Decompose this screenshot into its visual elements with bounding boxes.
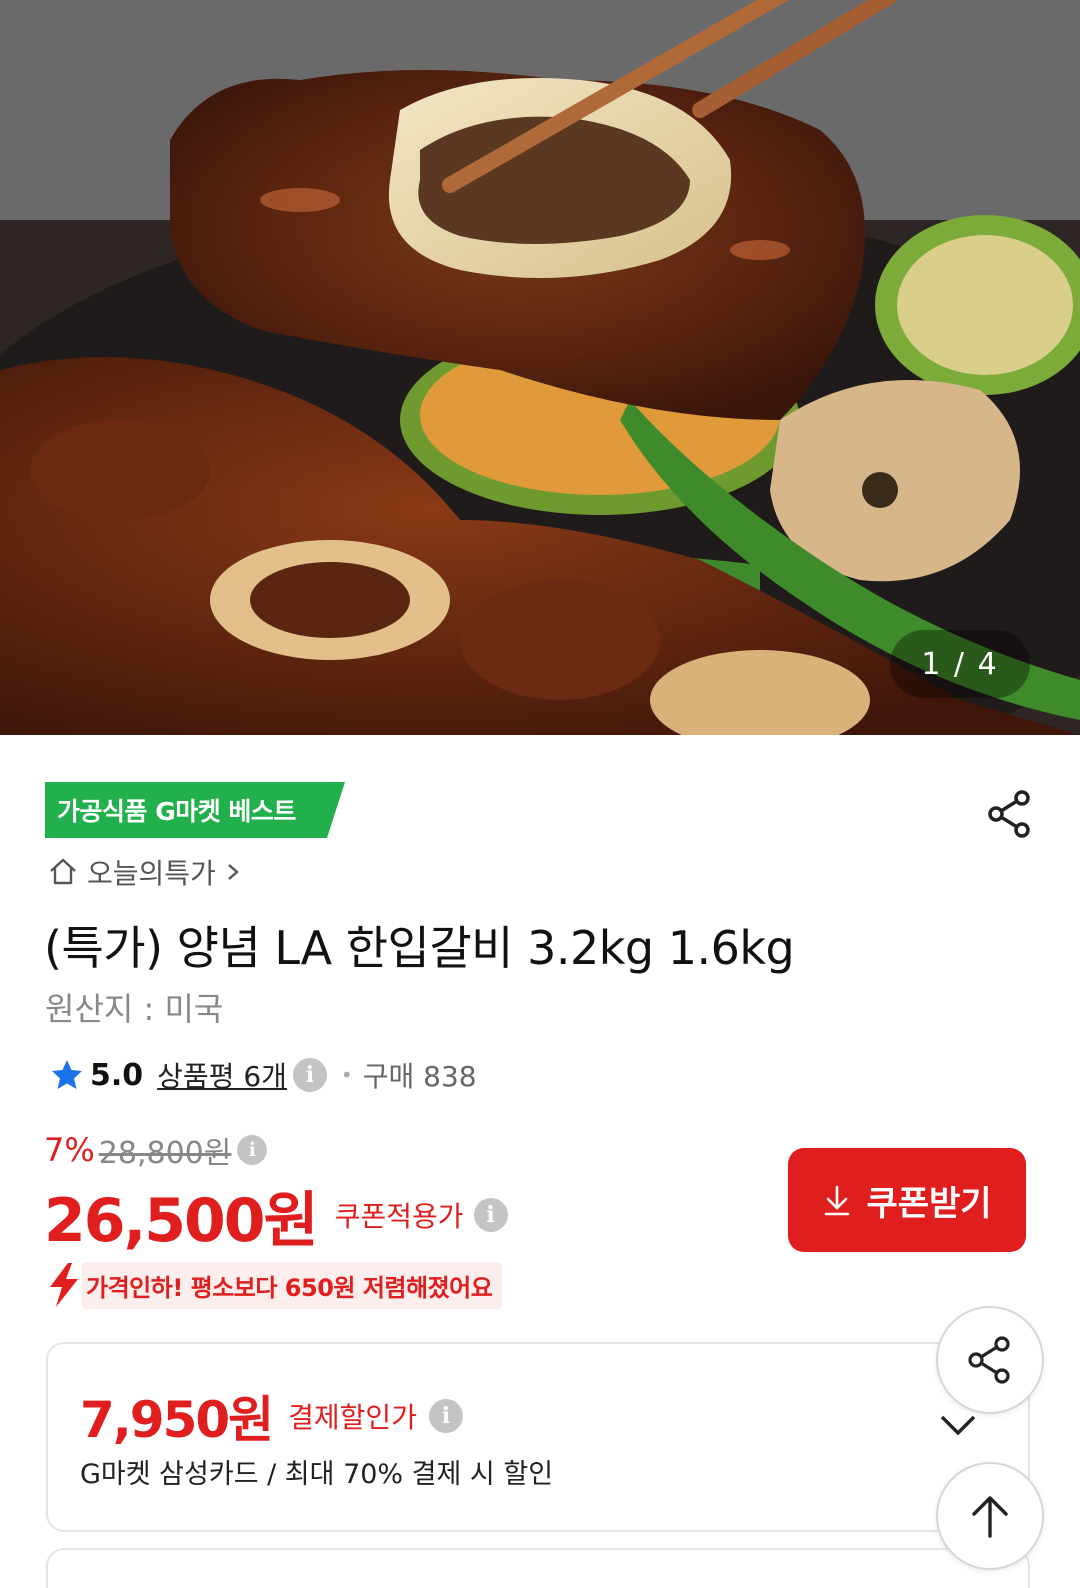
breadcrumb[interactable]: 오늘의특가 — [47, 852, 242, 892]
info-icon[interactable]: i — [292, 1058, 327, 1092]
image-page-indicator: 1 / 4 — [890, 630, 1030, 698]
payment-discount-price: 7,950원 — [80, 1391, 274, 1449]
coupon-price-label: 쿠폰적용가 — [334, 1200, 464, 1233]
share-button[interactable] — [982, 786, 1038, 842]
best-seller-badge: 가공식품 G마켓 베스트 — [45, 782, 345, 838]
price-row: 26,500원 쿠폰적용가 i — [44, 1180, 508, 1256]
rating-row: 5.0 상품평 6개 i • 구매 838 — [50, 1053, 477, 1097]
payment-discount-card[interactable]: 7,950원 결제할인가 i G마켓 삼성카드 / 최대 70% 결제 시 할인 — [46, 1342, 1030, 1532]
product-image-carousel[interactable]: 1 / 4 — [0, 0, 1080, 735]
get-coupon-label: 쿠폰받기 — [866, 1183, 992, 1224]
arrow-up-icon — [972, 1496, 1008, 1538]
separator-dot: • — [340, 1063, 353, 1087]
rating-score: 5.0 — [90, 1057, 144, 1093]
product-title: (특가) 양념 LA 한입갈비 3.2kg 1.6kg — [44, 921, 795, 975]
product-origin: 원산지 : 미국 — [45, 990, 224, 1028]
purchase-count: 구매 838 — [362, 1060, 477, 1093]
next-card — [46, 1548, 1030, 1588]
share-icon — [988, 790, 1030, 838]
breadcrumb-label: 오늘의특가 — [87, 857, 216, 890]
discount-row: 7% 28,800원 i — [44, 1128, 268, 1172]
payment-discount-desc: G마켓 삼성카드 / 최대 70% 결제 시 할인 — [80, 1459, 554, 1490]
home-icon — [50, 858, 76, 885]
payment-discount-label: 결제할인가 — [288, 1401, 417, 1434]
info-icon[interactable]: i — [428, 1399, 463, 1433]
reviews-link[interactable]: 상품평 6개 — [157, 1055, 287, 1095]
download-icon — [825, 1185, 850, 1216]
bolt-icon — [50, 1263, 78, 1307]
info-icon[interactable]: i — [237, 1135, 268, 1165]
star-icon — [52, 1060, 82, 1089]
chevron-right-icon — [228, 864, 239, 880]
floating-share-button[interactable] — [936, 1306, 1044, 1414]
product-photo — [0, 0, 1080, 735]
info-icon[interactable]: i — [473, 1198, 508, 1232]
original-price: 28,800원 — [98, 1136, 232, 1171]
price-drop-notice: 가격인하! 평소보다 650원 저렴해졌어요 — [46, 1261, 503, 1309]
price-drop-message: 가격인하! 평소보다 650원 저렴해졌어요 — [82, 1261, 503, 1309]
share-icon — [968, 1336, 1010, 1384]
chevron-down-icon[interactable] — [938, 1412, 978, 1438]
discount-percent: 7% — [44, 1131, 95, 1169]
get-coupon-button[interactable]: 쿠폰받기 — [788, 1148, 1026, 1252]
scroll-to-top-button[interactable] — [936, 1462, 1044, 1570]
coupon-price: 26,500원 — [44, 1185, 319, 1256]
